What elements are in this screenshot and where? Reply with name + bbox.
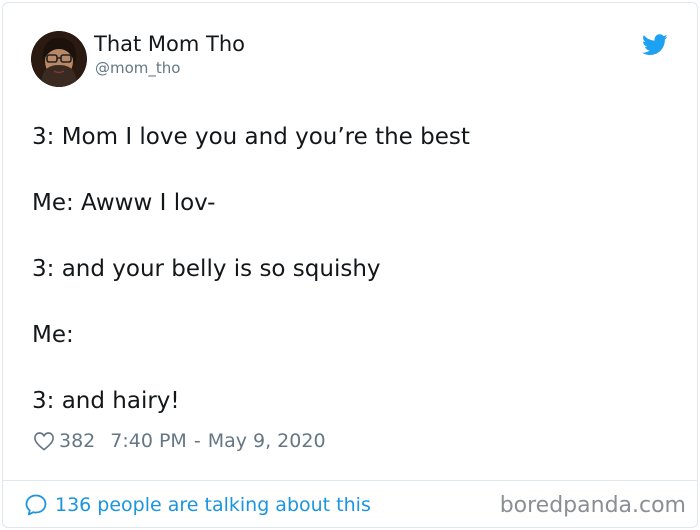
talking-text[interactable]: 136 people are talking about this <box>55 494 371 516</box>
tweet-line: 3: Mom I love you and you’re the best <box>32 124 470 150</box>
tweet-meta: 382 7:40 PM - May 9, 2020 <box>33 428 326 454</box>
meta-separator: - <box>193 430 201 452</box>
tweet-line: Me: <box>32 322 74 348</box>
like-count[interactable]: 382 <box>59 430 95 452</box>
avatar[interactable] <box>31 31 87 87</box>
author-handle[interactable]: @mom_tho <box>95 59 180 77</box>
tweet-line: 3: and your belly is so squishy <box>32 256 381 282</box>
author-display-name[interactable]: That Mom Tho <box>94 32 245 56</box>
profile-photo <box>31 31 87 87</box>
tweet-date[interactable]: May 9, 2020 <box>208 430 326 452</box>
tweet-line: 3: and hairy! <box>32 388 180 414</box>
watermark: boredpanda.com <box>499 493 686 518</box>
heart-icon[interactable] <box>33 431 55 451</box>
speech-bubble-icon <box>24 493 48 517</box>
tweet-text: 3: Mom I love you and you’re the best Me… <box>32 124 672 454</box>
tweet-line: Me: Awww I lov- <box>32 190 216 216</box>
divider <box>3 480 697 481</box>
twitter-bird-icon[interactable] <box>642 34 668 56</box>
talking-link[interactable]: 136 people are talking about this <box>24 492 371 518</box>
tweet-time[interactable]: 7:40 PM <box>110 430 187 452</box>
